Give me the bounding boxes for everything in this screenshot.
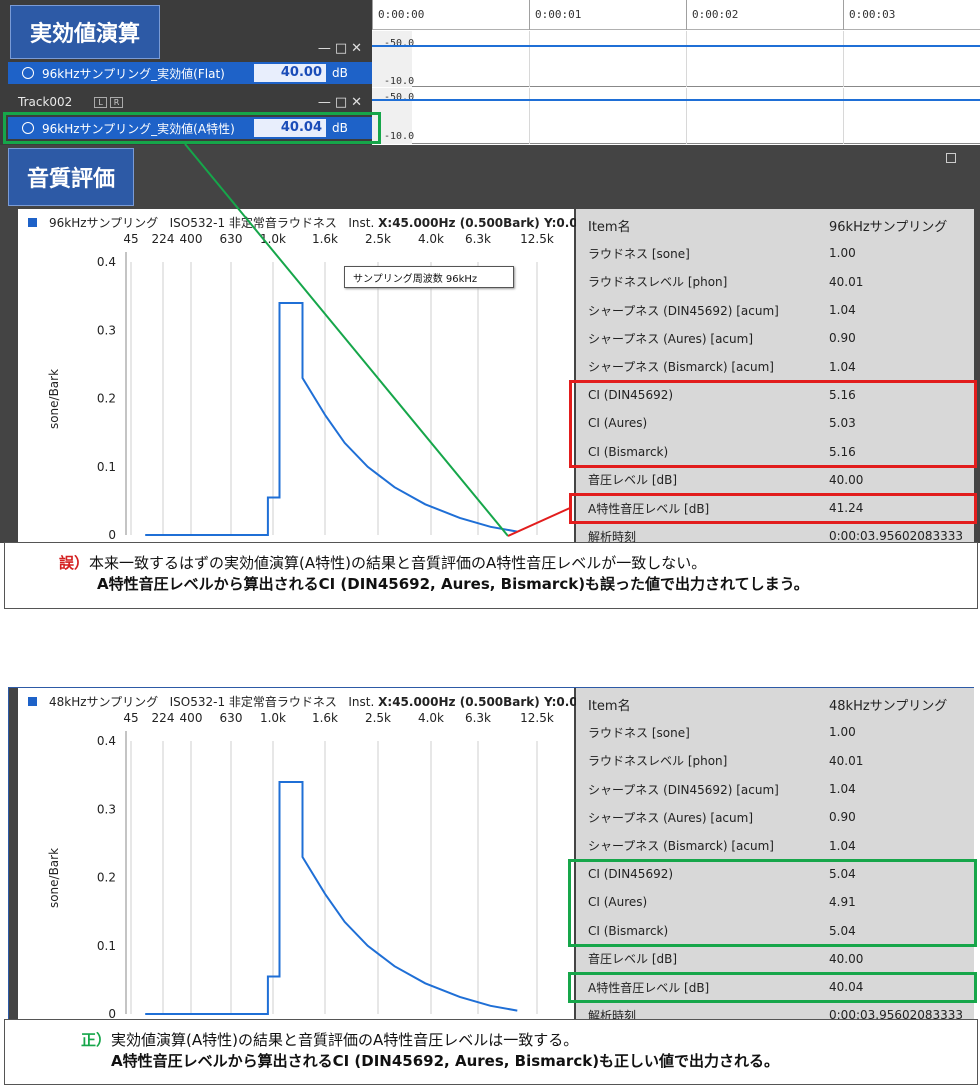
table-row-value: 40.00 xyxy=(829,951,864,966)
connector-red xyxy=(507,507,571,537)
freq-tick-label: 224 xyxy=(152,711,175,725)
table-row-label: 音圧レベル [dB] xyxy=(588,952,678,967)
loudness-chart-48k[interactable]: 48kHzサンプリング ISO532-1 非定常音ラウドネス Inst. X:4… xyxy=(18,688,602,1022)
freq-tick-label: 6.3k xyxy=(465,711,491,725)
freq-tick-label: 4.0k xyxy=(418,711,444,725)
chart-svg-2: 45 224 400 630 1.0k 1.6k 2.5k 4.0k 6.3k 12.5k 0.4 0… xyxy=(47,711,554,1021)
y-tick-label: 0.3 xyxy=(97,802,116,816)
loudness-series-line xyxy=(145,781,518,1015)
table-header-row: Item名 48kHzサンプリング xyxy=(576,690,974,718)
table-row-value: 1.04 xyxy=(829,782,856,797)
note-wrong: 誤）本来一致するはずの実効値演算(A特性)の結果と音質評価のA特性音圧レベルが一… xyxy=(4,542,978,609)
highlight-box-a-level-ok xyxy=(568,972,977,1003)
table-row-label: シャープネス (Aures) [acum] xyxy=(588,810,754,825)
freq-tick-label: 45 xyxy=(123,711,138,725)
y-axis-title: sone/Bark xyxy=(47,848,61,908)
table-row: ラウドネス [sone] 1.00 xyxy=(576,718,974,746)
table-row-value: 1.04 xyxy=(829,838,856,853)
note-line-2: A特性音圧レベルから算出されるCI (DIN45692, Aures, Bism… xyxy=(97,575,809,593)
table-row-value: 0.90 xyxy=(829,810,856,825)
table-row: シャープネス (Aures) [acum] 0.90 xyxy=(576,803,974,831)
table-row-value: 40.01 xyxy=(829,753,864,768)
table-row: ラウドネスレベル [phon] 40.01 xyxy=(576,747,974,775)
note-mark: 誤） xyxy=(59,554,90,572)
freq-tick-label: 2.5k xyxy=(365,711,391,725)
y-tick-label: 0.2 xyxy=(97,871,116,885)
freq-tick-label: 12.5k xyxy=(520,711,554,725)
note-correct: 正）実効値演算(A特性)の結果と音質評価のA特性音圧レベルは一致する。 A特性音… xyxy=(4,1019,978,1085)
table-row: 解析時刻 0:00:03.95602083333 xyxy=(576,1001,974,1020)
y-tick-label: 0.1 xyxy=(97,939,116,953)
table-header-value: 48kHzサンプリング xyxy=(829,698,948,714)
table-row: 音圧レベル [dB] 40.00 xyxy=(576,945,974,973)
note-line-2: A特性音圧レベルから算出されるCI (DIN45692, Aures, Bism… xyxy=(111,1052,780,1070)
highlight-box-ci-ok xyxy=(568,859,977,947)
table-row-label: シャープネス (DIN45692) [acum] xyxy=(588,782,779,797)
note-line-1: 本来一致するはずの実効値演算(A特性)の結果と音質評価のA特性音圧レベルが一致し… xyxy=(89,554,707,572)
freq-tick-label: 1.0k xyxy=(260,711,286,725)
table-row: シャープネス (Bismarck) [acum] 1.04 xyxy=(576,831,974,859)
y-tick-label: 0.4 xyxy=(97,734,116,748)
note-mark: 正） xyxy=(81,1031,112,1049)
table-row: シャープネス (DIN45692) [acum] 1.04 xyxy=(576,775,974,803)
table-header-item: Item名 xyxy=(588,698,631,714)
connector-green xyxy=(184,143,509,537)
note-line-1: 実効値演算(A特性)の結果と音質評価のA特性音圧レベルは一致する。 xyxy=(111,1031,579,1049)
freq-tick-label: 400 xyxy=(180,711,203,725)
table-row-value: 1.00 xyxy=(829,725,856,740)
table-row-label: シャープネス (Bismarck) [acum] xyxy=(588,839,774,854)
freq-tick-label: 1.6k xyxy=(312,711,338,725)
results-table-48k: Item名 48kHzサンプリングラウドネス [sone] 1.00 ラウドネスレベル… xyxy=(576,688,974,1020)
table-row-label: ラウドネスレベル [phon] xyxy=(588,754,728,769)
connector-lines xyxy=(184,143,571,537)
freq-tick-label: 630 xyxy=(220,711,243,725)
table-row-label: ラウドネス [sone] xyxy=(588,725,690,740)
